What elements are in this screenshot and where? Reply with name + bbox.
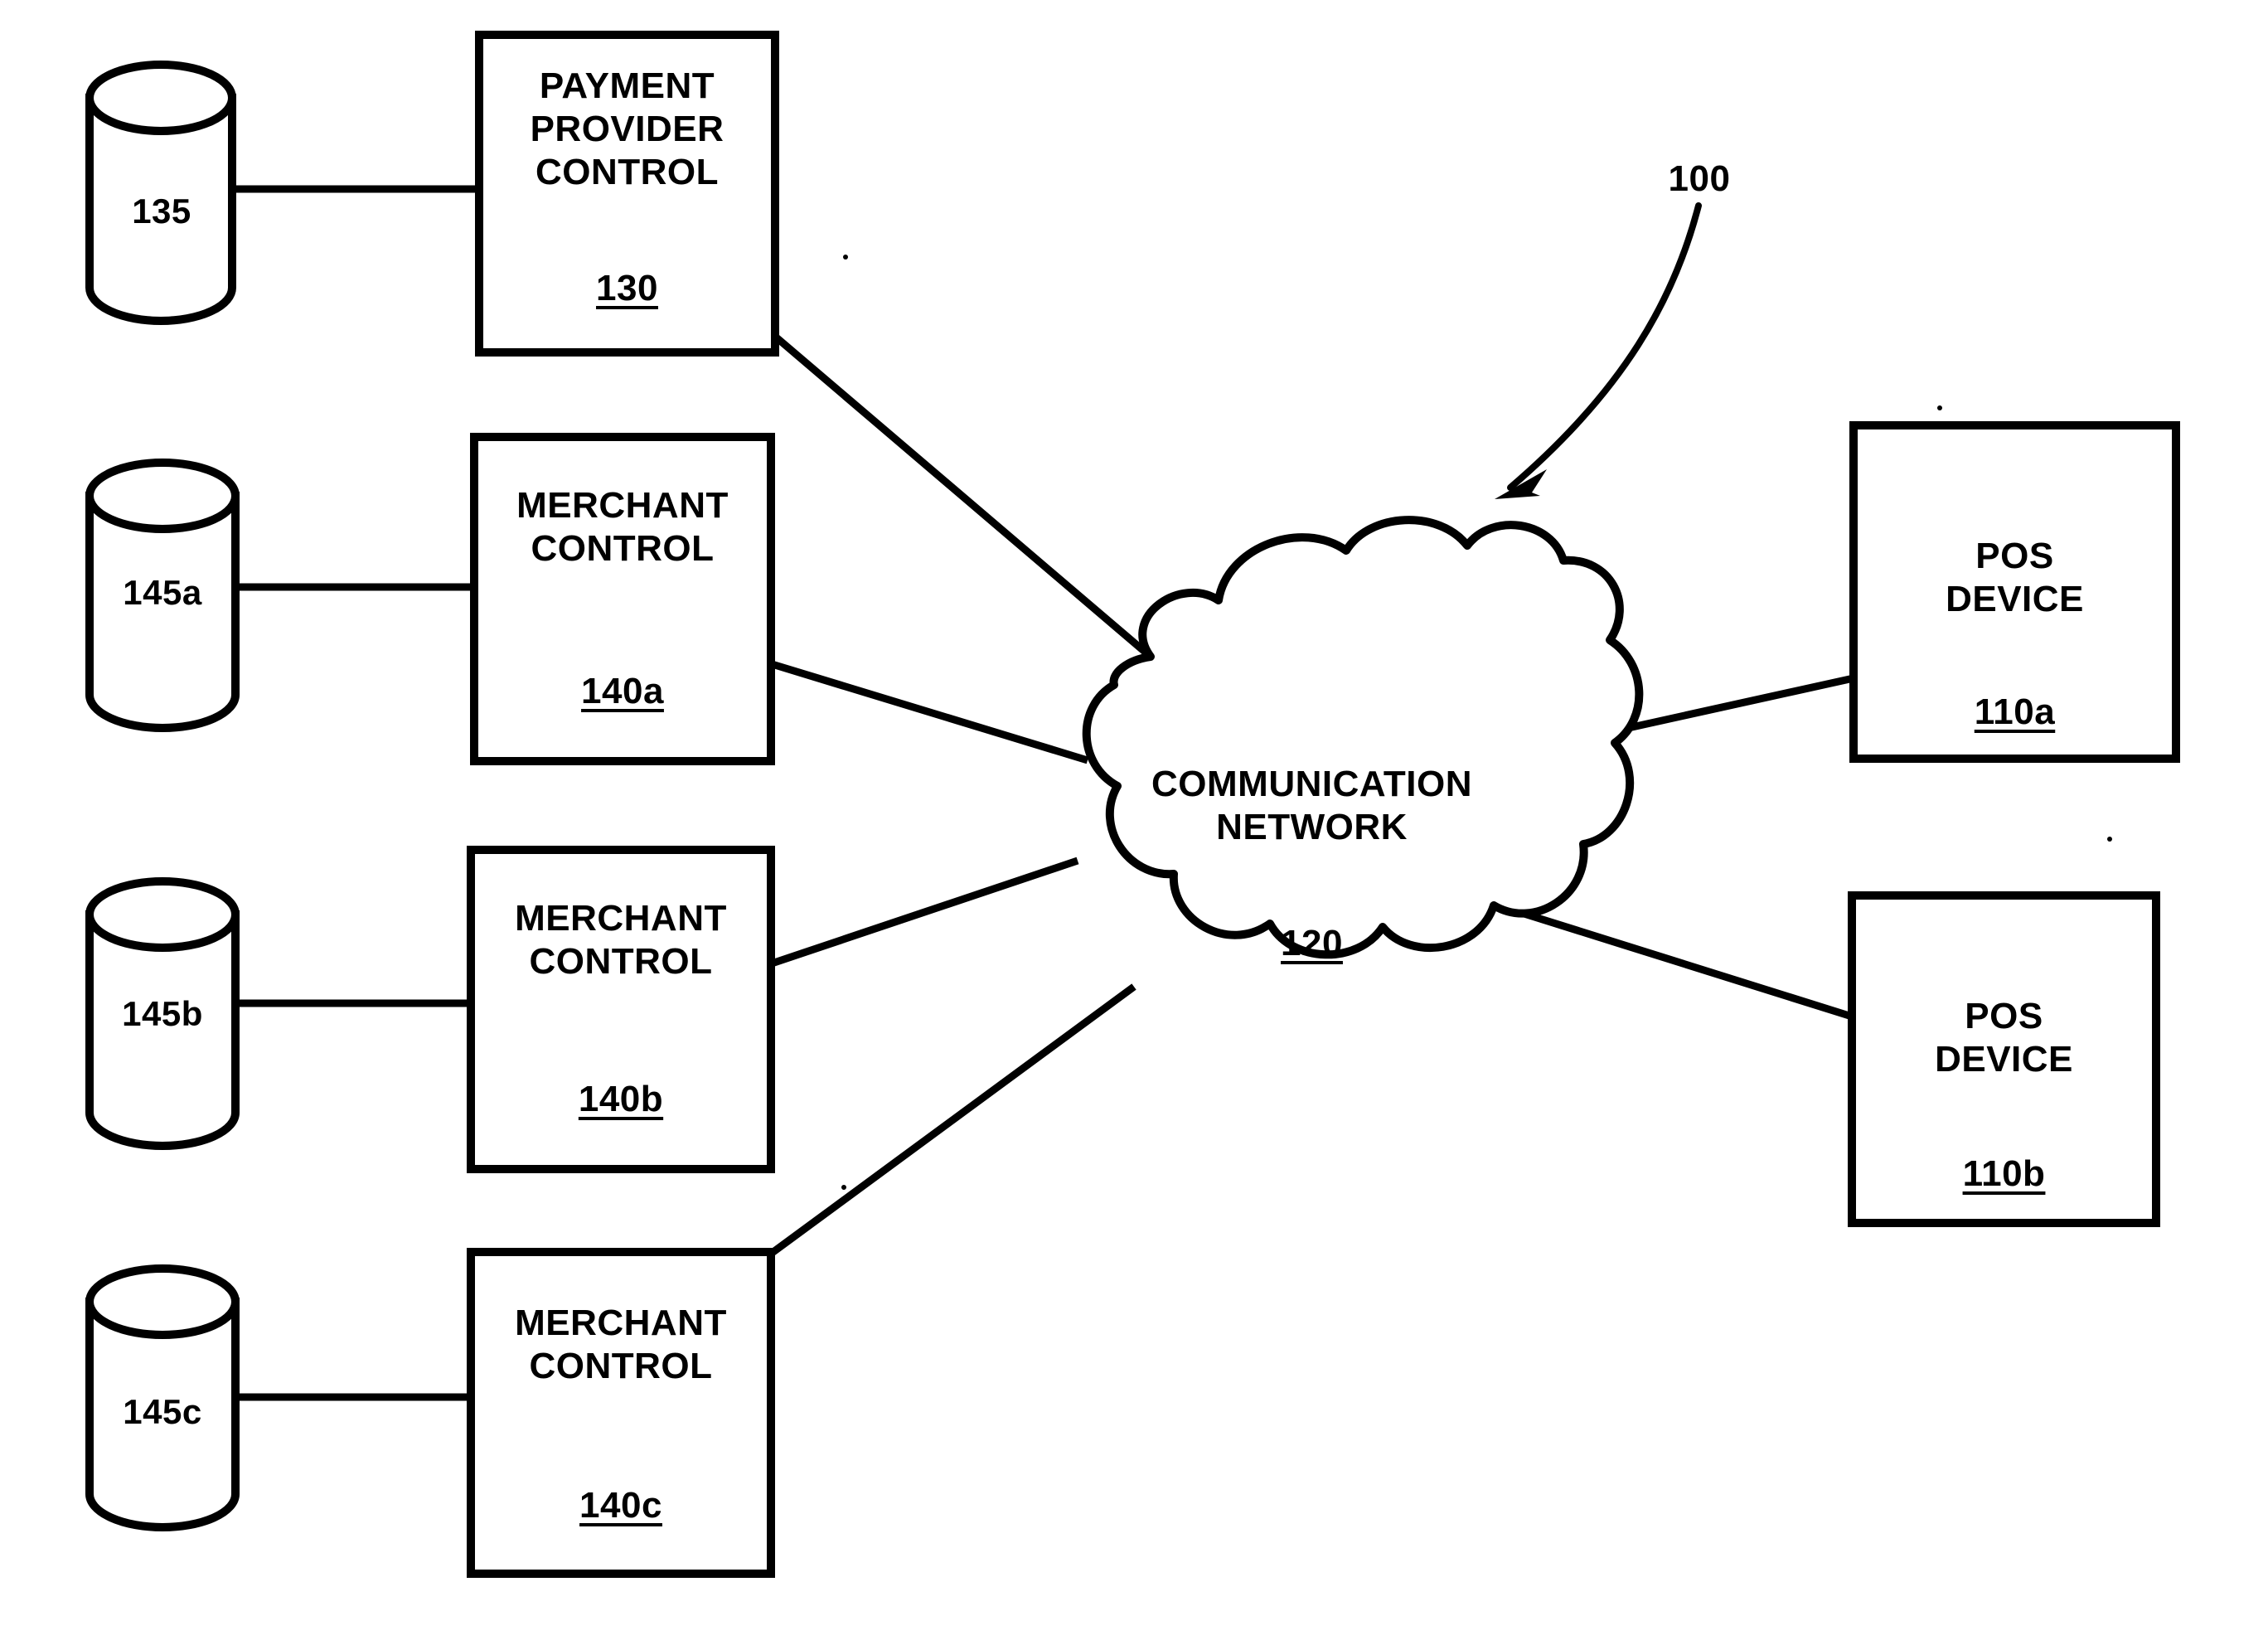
database-cylinder-145a (85, 459, 240, 732)
link-control140c-to-network (768, 983, 1136, 1257)
figure-reference-arrowhead (1495, 469, 1547, 499)
link-network-to-pos110b (1514, 907, 1854, 1021)
pos-device-b-box (1848, 891, 2160, 1227)
communication-network-cloud (1082, 516, 1644, 959)
pos-device-a-box (1849, 421, 2180, 763)
figure-reference-arrow (1507, 202, 1702, 491)
payment-provider-control-box (475, 31, 779, 357)
link-control140b-to-network (768, 856, 1079, 968)
merchant-control-a-box (470, 433, 775, 765)
database-cylinder-145c (85, 1264, 240, 1531)
link-control130-to-network (771, 332, 1153, 660)
scan-speckle (2141, 425, 2146, 429)
patent-figure: PAYMENT PROVIDER CONTROL 130 135 MERCHAN… (0, 0, 2268, 1645)
database-cylinder-145b (85, 877, 240, 1150)
scan-speckle (841, 1185, 846, 1190)
scan-speckle (1937, 405, 1942, 410)
merchant-control-c-box (467, 1248, 775, 1578)
diagram-canvas (85, 31, 2180, 1578)
link-control140a-to-network (768, 659, 1089, 764)
database-cylinder-135 (85, 61, 236, 325)
scan-speckle (843, 255, 848, 260)
merchant-control-b-box (467, 846, 775, 1173)
scan-speckle (2107, 837, 2112, 842)
